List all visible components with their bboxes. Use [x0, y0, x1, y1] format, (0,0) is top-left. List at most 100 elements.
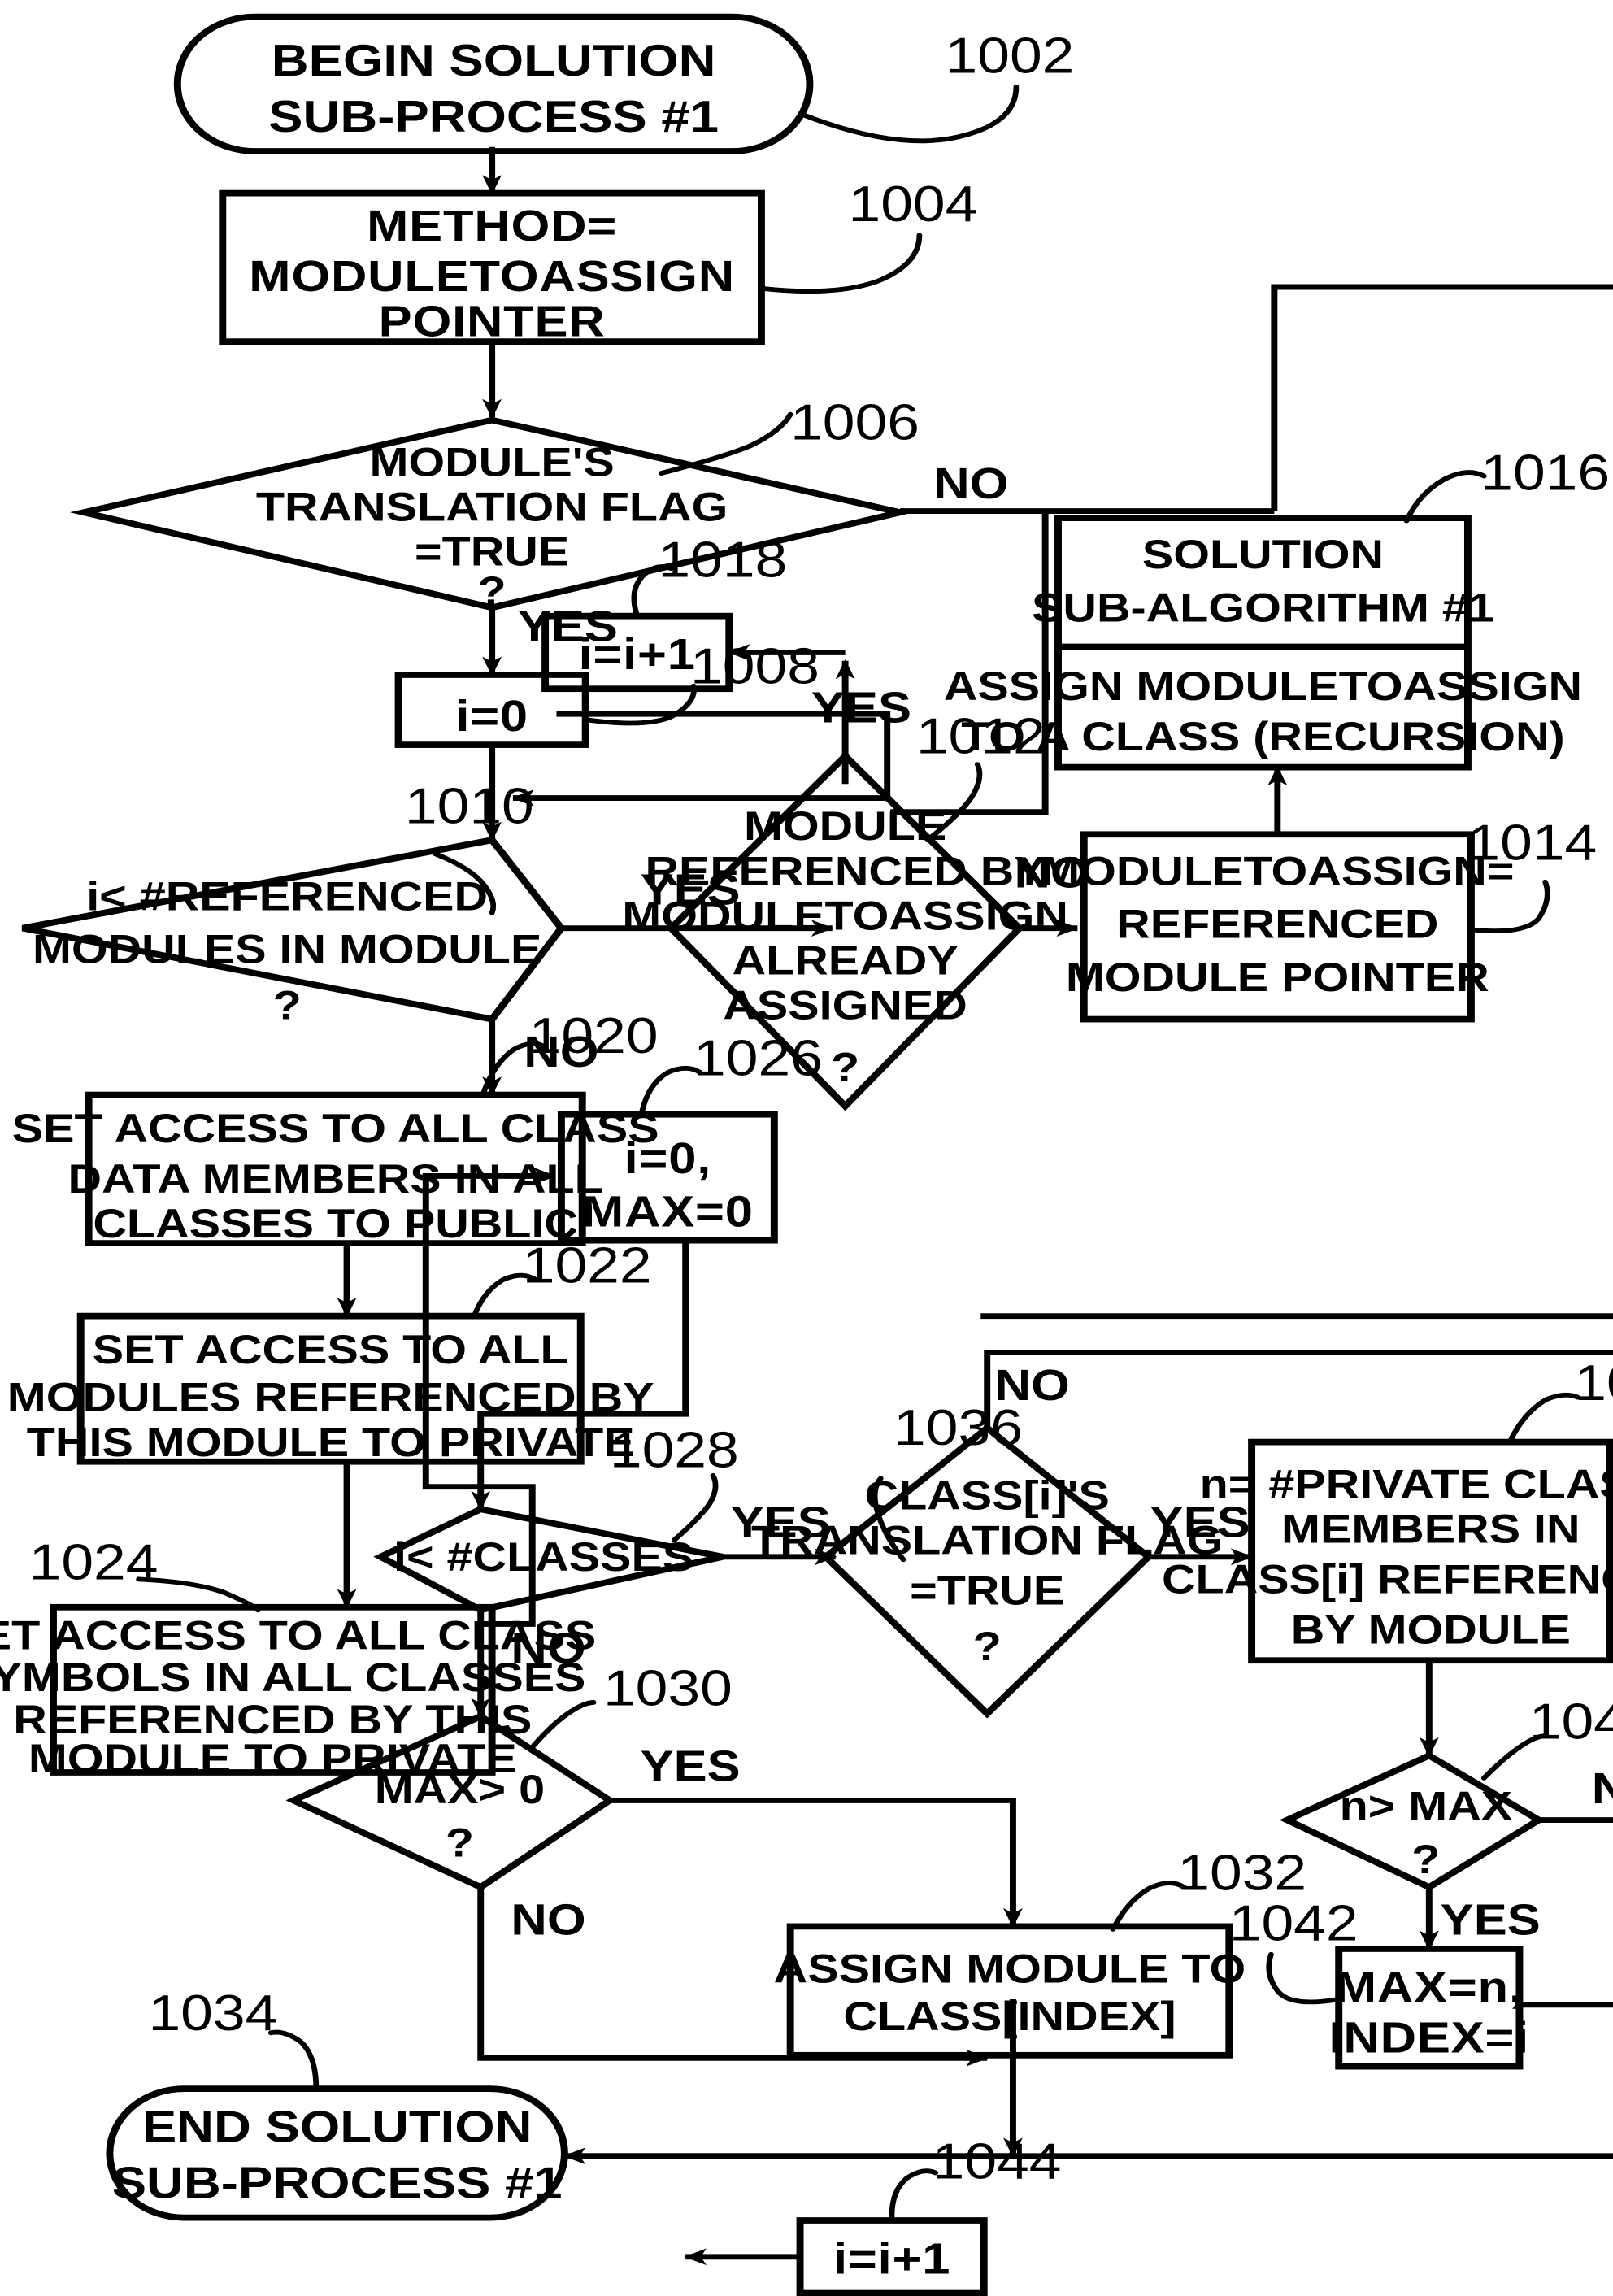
- node-1038-line-2: CLASS[i] REFERENCED: [1162, 1557, 1613, 1602]
- edge-bottom-return: [564, 2153, 1613, 2159]
- node-1032-line-0: ASSIGN MODULE TO: [774, 1946, 1246, 1992]
- node-1010-line-0: i< #REFERENCED: [86, 874, 488, 920]
- ref-1018: 1018: [658, 532, 787, 589]
- node-1042-line-0: MAX=n,: [1335, 1963, 1524, 2011]
- node-1004-line-1: MODULETOASSIGN: [249, 253, 735, 301]
- edge-1016-feed: [890, 511, 1049, 815]
- node-1030-line-1: ?: [446, 1820, 474, 1866]
- node-1006-line-1: TRANSLATION FLAG: [256, 485, 728, 530]
- node-1002-line-1: SUB-PROCESS #1: [268, 91, 719, 141]
- node-1024-line-1: SYMBOLS IN ALL CLASSES: [0, 1655, 585, 1701]
- edge-1030-yes: [609, 1797, 1023, 1929]
- node-1018-line-0: i=i+1: [579, 631, 696, 679]
- node-1036-line-2: =TRUE: [910, 1568, 1064, 1614]
- node-1014-line-1: REFERENCED: [1116, 902, 1438, 947]
- ref-1002: 1002: [946, 28, 1075, 85]
- node-1012-line-2: MODULETOASSIGN: [622, 894, 1068, 939]
- node-1036-line-0: CLASS[i]'S: [865, 1473, 1110, 1519]
- node-1016-header-1: SUB-ALGORITHM #1: [1032, 585, 1494, 631]
- node-1004-line-0: METHOD=: [367, 202, 617, 250]
- node-1038-line-3: BY MODULE: [1291, 1607, 1571, 1653]
- node-1040-line-1: ?: [1411, 1837, 1440, 1882]
- node-1010-line-1: MODULES IN MODULE: [33, 927, 541, 972]
- node-1010-line-2: ?: [273, 983, 302, 1028]
- edge-label-1036-no: NO: [995, 1362, 1070, 1410]
- ref-1028: 1028: [610, 1422, 739, 1479]
- ref-lead-1030: [529, 1699, 597, 1750]
- edge-label-1040-no: NO: [1592, 1765, 1613, 1813]
- ref-lead-1002: [800, 84, 1020, 144]
- node-end-solution-sub-process: END SOLUTION SUB-PROCESS #1 1034: [106, 1985, 568, 2221]
- node-1038-line-0: n= #PRIVATE CLASS: [1200, 1462, 1613, 1507]
- ref-1044: 1044: [933, 2133, 1062, 2190]
- node-1006-line-3: ?: [478, 568, 507, 614]
- node-module-translation-flag-decision: MODULE'S TRANSLATION FLAG =TRUE ? 1006 N…: [69, 394, 1008, 651]
- node-1002-line-0: BEGIN SOLUTION: [272, 35, 716, 85]
- ref-1042: 1042: [1229, 1895, 1359, 1952]
- ref-1026: 1026: [693, 1030, 823, 1087]
- ref-1024: 1024: [29, 1534, 159, 1591]
- node-1016-body-1: TO A CLASS (RECURSION): [961, 714, 1565, 759]
- ref-1040: 1040: [1529, 1694, 1613, 1750]
- ref-lead-1034: [267, 2029, 320, 2092]
- node-1040-line-0: n> MAX: [1340, 1784, 1513, 1829]
- ref-1006: 1006: [790, 394, 920, 451]
- node-begin-solution-sub-process: BEGIN SOLUTION SUB-PROCESS #1 1002: [173, 13, 1075, 154]
- ref-1004: 1004: [849, 176, 978, 233]
- ref-1032: 1032: [1177, 1845, 1306, 1902]
- ref-lead-1016: [1403, 470, 1487, 524]
- node-1022-line-1: MODULES REFERENCED BY: [7, 1375, 654, 1420]
- node-1022-line-2: THIS MODULE TO PRIVATE: [27, 1420, 635, 1465]
- node-1014-line-2: MODULE POINTER: [1066, 955, 1489, 1001]
- node-1030-line-0: MAX> 0: [375, 1767, 545, 1812]
- edge-label-1028-no: NO: [511, 1624, 585, 1672]
- node-1020-line-2: CLASSES TO PUBLIC: [93, 1202, 578, 1247]
- edge-label-1030-no: NO: [511, 1896, 585, 1944]
- ref-lead-1042: [1266, 1951, 1342, 2005]
- node-1012-line-0: MODULE: [744, 804, 946, 850]
- edge-label-1040-yes: YES: [1441, 1896, 1541, 1944]
- node-moduletoassign-equals-referenced-module-pointer: MODULETOASSIGN= REFERENCED MODULE POINTE…: [1041, 815, 1597, 1023]
- node-1026-line-1: MAX=0: [582, 1188, 754, 1236]
- node-1042-line-1: INDEX=i: [1329, 2014, 1530, 2062]
- node-1044-line-0: i=i+1: [833, 2235, 950, 2283]
- ref-lead-1028: [671, 1473, 719, 1543]
- node-1024-line-0: SET ACCESS TO ALL CLASS: [0, 1613, 596, 1659]
- node-1012-line-1: REFERENCED BY: [646, 849, 1046, 894]
- ref-lead-1026: [639, 1065, 703, 1115]
- edge-label-1030-yes: YES: [641, 1742, 741, 1790]
- ref-1034: 1034: [148, 1985, 277, 2042]
- node-1014-line-0: MODULETOASSIGN=: [1041, 849, 1514, 894]
- ref-lead-1004: [759, 233, 923, 294]
- ref-1022: 1022: [523, 1237, 652, 1294]
- ref-1038: 1038: [1574, 1355, 1613, 1411]
- node-1032-line-1: CLASS[INDEX]: [843, 1994, 1176, 2039]
- node-method-moduletoassign-pointer: METHOD= MODULETOASSIGN POINTER 1004: [219, 176, 978, 346]
- node-1022-line-0: SET ACCESS TO ALL: [93, 1328, 569, 1373]
- ref-1030: 1030: [603, 1660, 733, 1717]
- node-assign-module-to-class-index: ASSIGN MODULE TO CLASS[INDEX] 1032: [774, 1845, 1306, 2059]
- node-set-modules-referenced-private: SET ACCESS TO ALL MODULES REFERENCED BY …: [7, 1237, 654, 1465]
- flowchart-canvas: BEGIN SOLUTION SUB-PROCESS #1 1002 METHO…: [0, 0, 1613, 2296]
- node-1020-line-1: DATA MEMBERS IN ALL: [68, 1157, 603, 1202]
- node-1016-body-0: ASSIGN MODULETOASSIGN: [944, 663, 1582, 709]
- ref-lead-1038: [1506, 1392, 1580, 1445]
- node-1016-header-0: SOLUTION: [1142, 533, 1384, 578]
- ref-1014: 1014: [1467, 815, 1597, 872]
- node-1034-line-1: SUB-PROCESS #1: [112, 2157, 563, 2207]
- node-1012-line-4: ASSIGNED: [723, 983, 967, 1028]
- node-1006-line-0: MODULE'S: [369, 440, 614, 485]
- node-1012-line-3: ALREADY: [733, 938, 959, 984]
- ref-1010: 1010: [405, 778, 534, 835]
- edge-label-1012-yes: YES: [811, 684, 911, 732]
- node-1012-line-5: ?: [831, 1045, 859, 1090]
- ref-lead-1032: [1110, 1881, 1187, 1932]
- node-1026-line-0: i=0,: [624, 1135, 711, 1183]
- node-1028-line-0: i< #CLASSES: [393, 1535, 693, 1581]
- node-1034-line-0: END SOLUTION: [142, 2102, 533, 2152]
- ref-1016: 1016: [1480, 445, 1610, 502]
- node-1036-line-3: ?: [973, 1624, 1002, 1670]
- node-1004-line-2: POINTER: [379, 298, 606, 346]
- edge-1036-no: [984, 1349, 1613, 1428]
- node-1008-line-0: i=0: [455, 693, 528, 741]
